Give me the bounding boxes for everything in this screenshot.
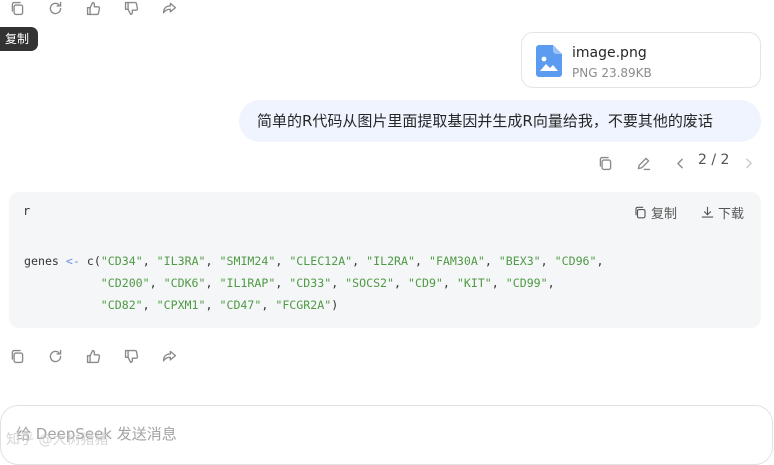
- user-message-text: 简单的R代码从图片里面提取基因并生成R向量给我，不要其他的废话: [257, 112, 713, 130]
- code-language-label: r: [23, 204, 31, 218]
- code-download-label: 下载: [718, 207, 745, 222]
- user-message-bubble: 简单的R代码从图片里面提取基因并生成R向量给我，不要其他的废话: [239, 100, 761, 142]
- gene-string: "SMIM24": [219, 254, 276, 268]
- gene-string: "CD9": [408, 276, 443, 290]
- download-icon: [701, 206, 714, 218]
- copy-icon: [599, 156, 611, 170]
- dislike-button[interactable]: [120, 0, 142, 19]
- watermark: 知乎 @大树猪猪: [6, 432, 109, 448]
- thumbs-down-icon: [124, 349, 138, 363]
- chevron-right-icon: [745, 158, 752, 168]
- share-icon: [162, 2, 176, 13]
- copy-message-button[interactable]: [594, 152, 616, 174]
- attachment-file-meta: PNG 23.89KB: [572, 66, 652, 80]
- gene-string: "KIT": [456, 276, 492, 290]
- gene-string: "CPXM1": [156, 298, 206, 312]
- next-version-button[interactable]: [737, 152, 759, 174]
- gene-string: "BEX3": [498, 254, 541, 268]
- code-download-button[interactable]: 下载: [700, 203, 744, 222]
- gene-list: "CD34", "IL3RA", "SMIM24", "CLEC12A", "I…: [100, 254, 604, 312]
- gene-string: "CLEC12A": [289, 254, 353, 268]
- code-content: genes <- c("CD34", "IL3RA", "SMIM24", "C…: [24, 254, 604, 312]
- code-block: r 复制 下载 genes <- c("CD34", "IL3RA", "SMI…: [9, 192, 761, 328]
- gene-string: "CDK6": [163, 276, 206, 290]
- thumbs-down-icon: [124, 1, 138, 15]
- gene-string: "FAM30A": [428, 254, 485, 268]
- copy-icon: [11, 349, 23, 363]
- gene-string: "CD82": [100, 298, 143, 312]
- gene-string: "IL2RA": [366, 254, 415, 268]
- gene-string: "IL3RA": [156, 254, 206, 268]
- gene-string: "CD33": [289, 276, 332, 290]
- code-copy-label: 复制: [651, 207, 678, 222]
- code-variable: genes: [24, 254, 59, 268]
- like-button[interactable]: [82, 345, 104, 367]
- dislike-button[interactable]: [120, 345, 142, 367]
- code-function: c: [86, 254, 94, 268]
- edit-icon: [637, 157, 650, 170]
- edit-message-button[interactable]: [632, 152, 654, 174]
- regenerate-icon: [49, 349, 61, 362]
- copy-tooltip: 复制: [0, 27, 39, 51]
- previous-version-button[interactable]: [669, 152, 691, 174]
- attachment-file-name: image.png: [572, 45, 647, 61]
- copy-icon: [635, 206, 646, 219]
- gene-string: "IL1RAP": [219, 276, 276, 290]
- share-icon: [162, 350, 176, 361]
- gene-string: "FCGR2A": [275, 298, 332, 312]
- thumbs-up-icon: [86, 349, 100, 363]
- gene-string: "CD34": [100, 254, 143, 268]
- code-assign-operator: <-: [65, 254, 80, 268]
- gene-string: "CD99": [505, 276, 548, 290]
- thumbs-up-icon: [86, 1, 100, 15]
- regenerate-button[interactable]: [44, 345, 66, 367]
- chevron-left-icon: [676, 158, 683, 168]
- copy-button[interactable]: [6, 345, 28, 367]
- attachment-card[interactable]: image.png PNG 23.89KB: [521, 32, 761, 88]
- gene-string: "SOCS2": [345, 276, 395, 290]
- image-file-icon: [536, 45, 562, 77]
- like-button[interactable]: [82, 0, 104, 19]
- share-button[interactable]: [158, 0, 180, 19]
- gene-string: "CD47": [219, 298, 262, 312]
- share-button[interactable]: [158, 345, 180, 367]
- message-input[interactable]: 给 DeepSeek 发送消息: [0, 405, 773, 465]
- gene-string: "CD96": [554, 254, 597, 268]
- regenerate-button[interactable]: [44, 0, 66, 19]
- version-pager: 2 / 2: [698, 152, 730, 168]
- gene-string: "CD200": [100, 276, 150, 290]
- copy-icon: [11, 1, 23, 15]
- code-copy-button[interactable]: 复制: [633, 203, 677, 222]
- regenerate-icon: [49, 1, 61, 14]
- copy-button[interactable]: [6, 0, 28, 19]
